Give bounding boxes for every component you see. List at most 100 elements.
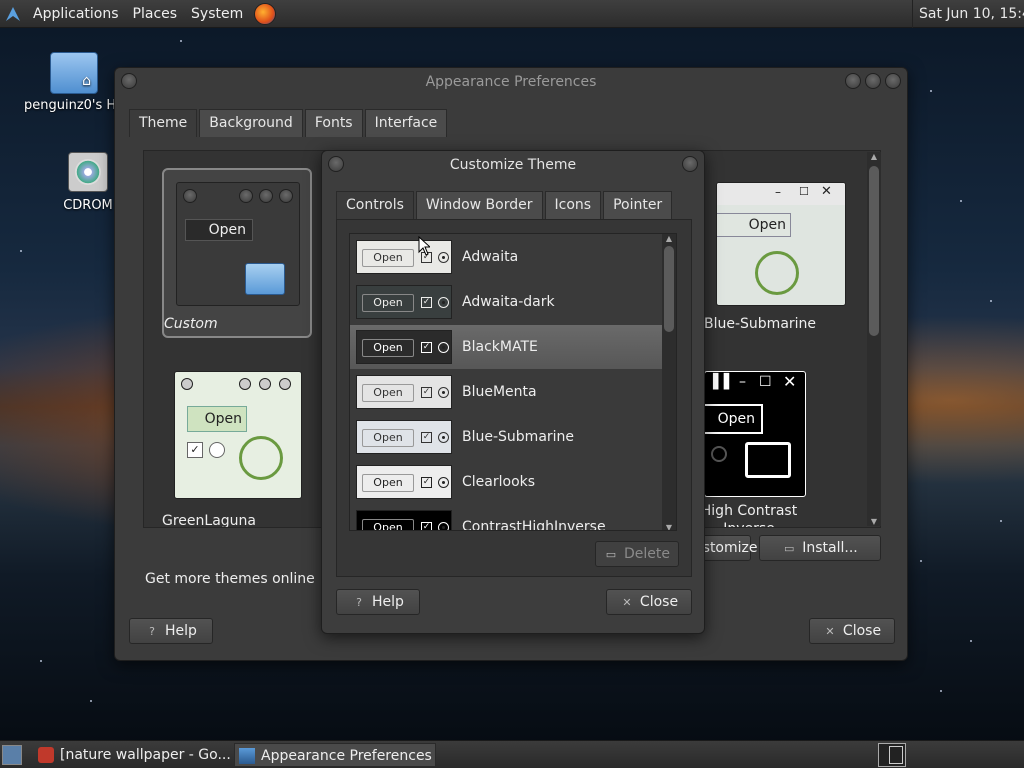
close-window-button[interactable] — [885, 73, 901, 89]
get-more-themes-link[interactable]: Get more themes online — [145, 571, 315, 587]
workspace-switcher[interactable] — [878, 743, 906, 767]
dialog-help-button[interactable]: ? Help — [336, 589, 420, 615]
maximize-button[interactable] — [865, 73, 881, 89]
theme-list-item[interactable]: Open ✓ BlueMenta — [350, 370, 662, 414]
tab-background[interactable]: Background — [199, 109, 303, 137]
preview-open-button: Open — [362, 474, 414, 492]
close-icon: ✕ — [622, 596, 632, 609]
top-panel: Applications Places System Sat Jun 10, 1… — [0, 0, 1024, 28]
dialog-close-button[interactable]: ✕ Close — [606, 589, 692, 615]
tab-pointer[interactable]: Pointer — [603, 191, 673, 219]
theme-controls-preview: Open ✓ — [356, 285, 452, 319]
distro-logo-icon[interactable] — [0, 0, 26, 28]
theme-controls-preview: Open ✓ — [356, 375, 452, 409]
install-button[interactable]: ▭ Install... — [759, 535, 881, 561]
menu-system[interactable]: System — [184, 0, 250, 28]
theme-name: High Contrast Inverse — [704, 503, 798, 527]
help-button[interactable]: ? Help — [129, 618, 213, 644]
tab-window-border[interactable]: Window Border — [415, 191, 543, 219]
tab-fonts[interactable]: Fonts — [304, 109, 363, 137]
theme-preview: Open — [176, 182, 300, 306]
theme-preview: ▌▌ – ☐ ✕ Open — [704, 371, 806, 497]
theme-list-label: ContrastHighInverse — [462, 519, 606, 531]
help-icon: ? — [149, 625, 155, 638]
preview-radio — [438, 522, 449, 530]
preview-checkbox: ✓ — [421, 387, 432, 398]
desktop-home-folder[interactable]: ⌂ penguinz0's H — [24, 52, 124, 113]
preview-open-button: Open — [362, 429, 414, 447]
task-browser[interactable]: [nature wallpaper - Go... — [34, 743, 232, 767]
mouse-pointer-icon — [418, 236, 430, 256]
browser-icon — [38, 747, 54, 763]
theme-list-label: Adwaita — [462, 249, 519, 265]
preview-open-button: Open — [362, 519, 414, 530]
dialog-title: Customize Theme — [449, 157, 577, 173]
folder-icon — [745, 442, 791, 478]
preview-radio — [438, 342, 449, 353]
preview-radio — [438, 297, 449, 308]
dialog-close-window-button[interactable] — [682, 156, 698, 172]
theme-list-item[interactable]: Open ✓ Adwaita — [350, 235, 662, 279]
show-desktop-button[interactable] — [2, 745, 22, 765]
preview-checkbox: ✓ — [421, 297, 432, 308]
window-menu-button[interactable] — [121, 73, 137, 89]
preview-radio — [438, 252, 449, 263]
folder-icon — [245, 263, 285, 295]
theme-list-label: Blue-Submarine — [462, 429, 575, 445]
theme-controls-preview: Open ✓ — [356, 330, 452, 364]
preview-open-button: Open — [362, 249, 414, 267]
preview-open-button: Open — [717, 213, 791, 237]
preview-open-button: Open — [362, 339, 414, 357]
preview-checkbox: ✓ — [421, 477, 432, 488]
theme-list-item[interactable]: Open ✓ ContrastHighInverse — [350, 505, 662, 531]
menu-applications[interactable]: Applications — [26, 0, 126, 28]
task-appearance[interactable]: Appearance Preferences — [234, 743, 436, 767]
theme-card-greenlaguna[interactable]: Open ✓ GreenLaguna — [162, 359, 312, 528]
tab-interface[interactable]: Interface — [364, 109, 448, 137]
theme-card-custom[interactable]: Open Custom — [162, 168, 312, 338]
install-icon: ▭ — [784, 542, 795, 555]
customize-tabs: Controls Window Border Icons Pointer — [336, 191, 674, 219]
theme-controls-preview: Open ✓ — [356, 465, 452, 499]
desktop-icon-label: penguinz0's H — [24, 98, 117, 113]
ring-logo-icon — [239, 436, 283, 480]
close-icon: ✕ — [825, 625, 835, 638]
theme-list-item[interactable]: Open ✓ Blue-Submarine — [350, 415, 662, 459]
theme-list-item[interactable]: Open ✓ BlackMATE — [350, 325, 662, 369]
taskbar: [nature wallpaper - Go... Appearance Pre… — [0, 740, 1024, 768]
dialog-menu-button[interactable] — [328, 156, 344, 172]
theme-list-label: Clearlooks — [462, 474, 536, 490]
minimize-button[interactable] — [845, 73, 861, 89]
menu-places[interactable]: Places — [126, 0, 185, 28]
list-scrollbar[interactable]: ▲ ▼ — [662, 234, 676, 530]
theme-card-high-contrast-inverse[interactable]: ▌▌ – ☐ ✕ Open High Contrast Inverse — [704, 359, 874, 527]
controls-panel: Open ✓ Adwaita Open ✓ Adwaita-dark Open ✓ BlackM… — [336, 219, 692, 577]
desktop-cdrom[interactable]: CDROM — [56, 152, 120, 213]
theme-list-label: BlueMenta — [462, 384, 537, 400]
theme-list-item[interactable]: Open ✓ Clearlooks — [350, 460, 662, 504]
theme-name: GreenLaguna — [162, 513, 256, 528]
preview-open-button: Open — [187, 406, 247, 432]
theme-list-item[interactable]: Open ✓ Adwaita-dark — [350, 280, 662, 324]
tab-theme[interactable]: Theme — [129, 109, 198, 137]
clock[interactable]: Sat Jun 10, 15:43 — [912, 0, 1024, 28]
delete-button[interactable]: ▭ Delete — [595, 541, 679, 567]
preview-open-button: Open — [362, 294, 414, 312]
preview-checkbox: ✓ — [421, 432, 432, 443]
theme-controls-preview: Open ✓ — [356, 420, 452, 454]
tab-icons[interactable]: Icons — [544, 191, 602, 219]
preview-checkbox: ✓ — [421, 522, 432, 531]
preview-radio — [438, 387, 449, 398]
theme-card-blue-submarine[interactable]: – ☐ ✕ Open Blue-Submarine — [704, 168, 854, 338]
help-icon: ? — [356, 596, 362, 609]
theme-controls-preview: Open ✓ — [356, 240, 452, 274]
customize-theme-dialog: Customize Theme Controls Window Border I… — [321, 150, 705, 634]
preview-radio — [438, 477, 449, 488]
firefox-launcher-icon[interactable] — [254, 2, 277, 25]
theme-preview: Open ✓ — [174, 371, 302, 499]
preview-radio — [438, 432, 449, 443]
close-button[interactable]: ✕ Close — [809, 618, 895, 644]
tab-controls[interactable]: Controls — [336, 191, 414, 219]
theme-grid-scrollbar[interactable]: ▲ ▼ — [867, 152, 881, 526]
delete-icon: ▭ — [605, 548, 617, 561]
